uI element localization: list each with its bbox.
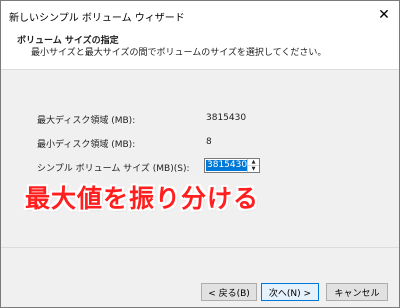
volume-size-label: シンプル ボリューム サイズ (MB)(S): xyxy=(37,164,190,174)
min-disk-label: 最小ディスク領域 (MB): xyxy=(37,140,136,150)
stepper-up-icon[interactable]: ▲ xyxy=(248,159,259,166)
back-button[interactable]: < 戻る(B) xyxy=(201,283,257,301)
next-button[interactable]: 次へ(N) > xyxy=(261,283,319,301)
stepper-down-icon[interactable]: ▼ xyxy=(248,166,259,172)
title-bar: 新しいシンプル ボリューム ウィザード ✕ xyxy=(1,1,399,29)
volume-size-input[interactable]: 3815430 xyxy=(206,160,249,171)
close-icon[interactable]: ✕ xyxy=(369,1,399,29)
min-disk-value: 8 xyxy=(206,137,212,147)
stepper-buttons: ▲ ▼ xyxy=(247,159,259,172)
window-title: 新しいシンプル ボリューム ウィザード xyxy=(9,13,185,24)
annotation-text: 最大値を振り分ける xyxy=(25,184,260,213)
wizard-window: 新しいシンプル ボリューム ウィザード ✕ ボリューム サイズの指定 最小サイズ… xyxy=(0,0,400,308)
footer-divider xyxy=(1,247,399,248)
header-panel: ボリューム サイズの指定 最小サイズと最大サイズの間でボリュームのサイズを選択し… xyxy=(1,29,399,70)
max-disk-value: 3815430 xyxy=(206,113,247,123)
max-disk-label: 最大ディスク領域 (MB): xyxy=(37,116,136,126)
volume-size-stepper[interactable]: 3815430 ▲ ▼ xyxy=(204,158,260,173)
page-subtitle: 最小サイズと最大サイズの間でボリュームのサイズを選択してください。 xyxy=(31,48,327,58)
cancel-button[interactable]: キャンセル xyxy=(326,283,388,301)
